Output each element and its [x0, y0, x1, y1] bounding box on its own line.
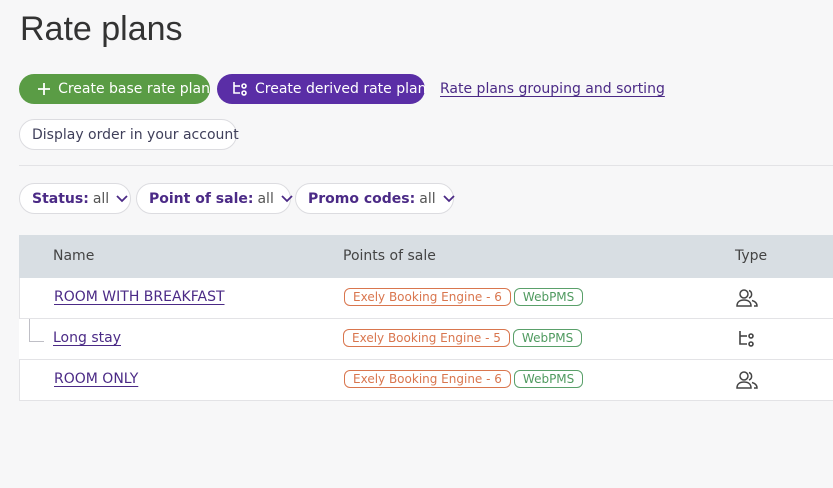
point-of-sale-filter-value: all	[257, 190, 274, 207]
display-order-button[interactable]: Display order in your account	[19, 119, 239, 150]
webpms-badge: WebPMS	[512, 329, 583, 347]
promo-codes-filter-value: all	[419, 190, 436, 207]
column-header-points-of-sale: Points of sale	[343, 248, 436, 264]
point-of-sale-filter[interactable]: Point of sale: all	[136, 183, 293, 214]
booking-engine-badge: Exely Booking Engine - 6	[344, 370, 511, 388]
webpms-badge: WebPMS	[513, 288, 584, 306]
create-derived-label: Create derived rate plan	[255, 81, 427, 97]
table-header: Name Points of sale Type	[19, 235, 833, 278]
rate-plan-name-link[interactable]: Long stay	[53, 330, 121, 346]
column-header-type: Type	[735, 248, 768, 264]
points-of-sale: Exely Booking Engine - 5 WebPMS	[343, 329, 583, 347]
page-title: Rate plans	[20, 10, 183, 48]
grouping-and-sorting-link[interactable]: Rate plans grouping and sorting	[440, 81, 665, 97]
create-base-rate-plan-button[interactable]: Create base rate plan	[19, 74, 210, 104]
status-filter-label: Status:	[32, 190, 89, 207]
derived-icon	[231, 80, 249, 98]
table-row: ROOM WITH BREAKFAST Exely Booking Engine…	[19, 278, 833, 319]
create-base-label: Create base rate plan	[58, 81, 210, 97]
promo-codes-filter-label: Promo codes:	[308, 190, 416, 207]
points-of-sale: Exely Booking Engine - 6 WebPMS	[344, 288, 584, 306]
promo-codes-filter[interactable]: Promo codes: all	[295, 183, 455, 214]
create-derived-rate-plan-button[interactable]: Create derived rate plan	[217, 74, 427, 104]
rate-plan-name-link[interactable]: ROOM WITH BREAKFAST	[54, 289, 225, 305]
display-order-label: Display order in your account	[32, 126, 239, 143]
derived-icon	[734, 328, 758, 350]
column-header-name[interactable]: Name	[53, 248, 94, 264]
points-of-sale: Exely Booking Engine - 6 WebPMS	[344, 370, 584, 388]
table-row: Long stay Exely Booking Engine - 5 WebPM…	[19, 319, 833, 360]
booking-engine-badge: Exely Booking Engine - 6	[344, 288, 511, 306]
tree-connector	[29, 319, 44, 342]
chevron-down-icon	[116, 194, 128, 203]
users-icon	[735, 369, 759, 391]
point-of-sale-filter-label: Point of sale:	[149, 190, 254, 207]
chevron-down-icon	[281, 194, 293, 203]
status-filter-value: all	[92, 190, 110, 207]
plus-icon	[35, 80, 52, 98]
status-filter[interactable]: Status: all	[19, 183, 131, 214]
chevron-down-icon	[442, 194, 455, 203]
rate-plan-name-link[interactable]: ROOM ONLY	[54, 371, 138, 387]
table-row: ROOM ONLY Exely Booking Engine - 6 WebPM…	[19, 360, 833, 401]
booking-engine-badge: Exely Booking Engine - 5	[343, 329, 510, 347]
webpms-badge: WebPMS	[513, 370, 584, 388]
rate-plans-table: Name Points of sale Type ROOM WITH BREAK…	[19, 235, 833, 401]
divider	[19, 165, 833, 166]
users-icon	[735, 287, 759, 309]
